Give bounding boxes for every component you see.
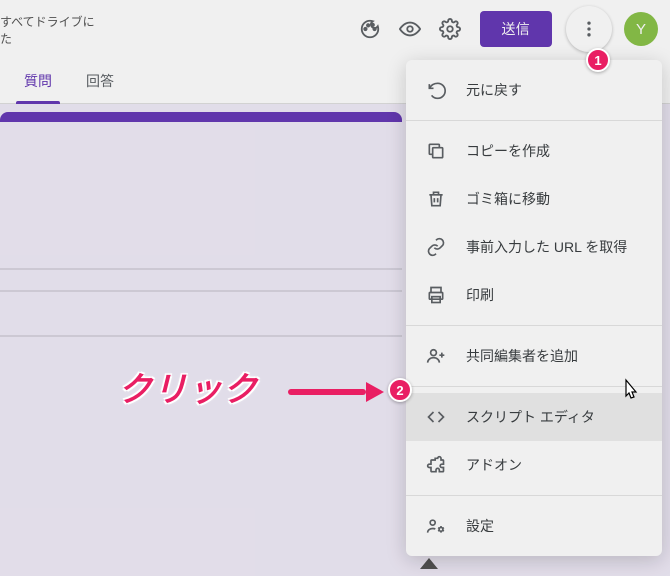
trash-icon	[424, 187, 448, 211]
top-bar: すべてドライブにた 送信 Y	[0, 0, 670, 58]
undo-icon	[424, 78, 448, 102]
menu-item-addons[interactable]: アドオン	[406, 441, 662, 489]
annotation-badge-1: 1	[586, 48, 610, 72]
more-menu: 元に戻す コピーを作成 ゴミ箱に移動 事前入力した URL を取得 印刷 共同編…	[406, 60, 662, 556]
annotation-badge-2: 2	[388, 378, 412, 402]
divider	[0, 335, 402, 337]
menu-item-label: 共同編集者を追加	[466, 346, 644, 366]
copy-icon	[424, 139, 448, 163]
menu-item-label: 事前入力した URL を取得	[466, 237, 644, 257]
menu-item-copy[interactable]: コピーを作成	[406, 127, 662, 175]
form-accent-bar	[0, 112, 402, 122]
gear-icon[interactable]	[430, 9, 470, 49]
annotation-click-label: クリック	[118, 362, 258, 411]
menu-item-print[interactable]: 印刷	[406, 271, 662, 319]
divider	[0, 290, 402, 292]
menu-item-label: スクリプト エディタ	[466, 407, 644, 427]
menu-item-label: 設定	[466, 516, 644, 536]
settings-people-icon	[424, 514, 448, 538]
drive-save-status: すべてドライブにた	[0, 10, 95, 48]
print-icon	[424, 283, 448, 307]
menu-item-script-editor[interactable]: スクリプト エディタ	[406, 393, 662, 441]
send-button[interactable]: 送信	[480, 11, 553, 47]
menu-item-label: コピーを作成	[466, 141, 644, 161]
menu-item-label: アドオン	[466, 455, 644, 475]
code-icon	[424, 405, 448, 429]
menu-item-add-collaborators[interactable]: 共同編集者を追加	[406, 332, 662, 380]
menu-item-settings[interactable]: 設定	[406, 502, 662, 550]
tab-responses[interactable]: 回答	[76, 61, 124, 103]
divider	[0, 268, 402, 270]
section-marker-icon	[420, 558, 438, 569]
preview-icon[interactable]	[390, 9, 430, 49]
menu-item-label: 印刷	[466, 285, 644, 305]
avatar[interactable]: Y	[624, 12, 658, 46]
more-menu-button[interactable]	[566, 6, 612, 52]
menu-item-prefill-url[interactable]: 事前入力した URL を取得	[406, 223, 662, 271]
theme-icon[interactable]	[350, 9, 390, 49]
puzzle-icon	[424, 453, 448, 477]
link-icon	[424, 235, 448, 259]
menu-item-undo[interactable]: 元に戻す	[406, 66, 662, 114]
menu-item-label: ゴミ箱に移動	[466, 189, 644, 209]
menu-item-trash[interactable]: ゴミ箱に移動	[406, 175, 662, 223]
menu-item-label: 元に戻す	[466, 80, 644, 100]
tab-questions[interactable]: 質問	[14, 61, 62, 103]
add-user-icon	[424, 344, 448, 368]
annotation-arrow	[288, 386, 384, 398]
